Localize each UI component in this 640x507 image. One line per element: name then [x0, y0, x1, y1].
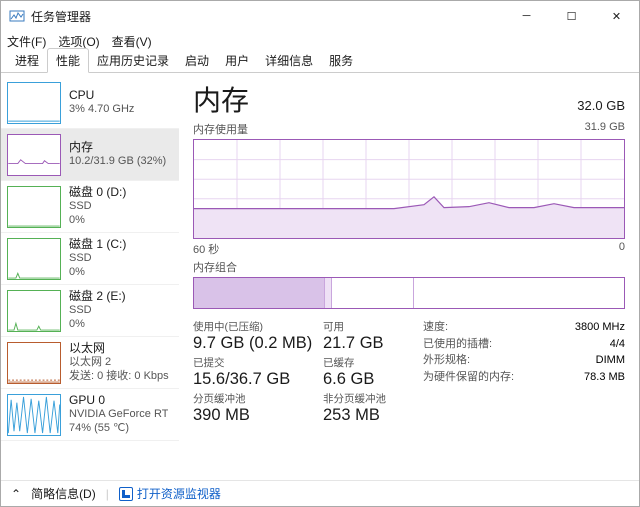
- sidebar-item-stat: SSD: [69, 304, 126, 318]
- cpu-thumb: [7, 82, 61, 124]
- open-resmon-link[interactable]: 打开资源监视器: [119, 485, 221, 502]
- titlebar: 任务管理器 ─ ☐ ✕: [1, 1, 639, 31]
- sidebar-item-stat2: 0%: [69, 266, 126, 280]
- disk-thumb: [7, 290, 61, 332]
- sidebar-item-label: 磁盘 1 (C:): [69, 237, 126, 252]
- comp-in-use: [194, 278, 325, 308]
- tab-performance[interactable]: 性能: [47, 48, 89, 73]
- avail-label: 可用: [323, 319, 423, 334]
- caret-up-icon[interactable]: ⌃: [11, 487, 21, 501]
- tabbar: 进程 性能 应用历史记录 启动 用户 详细信息 服务: [1, 51, 639, 73]
- tab-users[interactable]: 用户: [217, 49, 257, 72]
- sidebar-item-stat: SSD: [69, 252, 126, 266]
- committed-value: 15.6/36.7 GB: [193, 370, 323, 389]
- memory-thumb: [7, 134, 61, 176]
- composition-label: 内存组合: [193, 259, 237, 275]
- speed-value: 3800 MHz: [575, 319, 625, 336]
- xaxis-left: 60 秒: [193, 241, 219, 257]
- content: CPU 3% 4.70 GHz 内存 10.2/31.9 GB (32%) 磁盘…: [1, 73, 639, 480]
- menu-file[interactable]: 文件(F): [7, 33, 46, 50]
- resmon-icon: [119, 487, 133, 501]
- sidebar-item-label: GPU 0: [69, 393, 168, 408]
- form-label: 外形规格:: [423, 352, 470, 369]
- memory-composition-chart[interactable]: [193, 277, 625, 309]
- slots-value: 4/4: [610, 336, 625, 353]
- tab-details[interactable]: 详细信息: [257, 49, 321, 72]
- sidebar-item-stat2: 0%: [69, 214, 126, 228]
- disk-thumb: [7, 238, 61, 280]
- minimize-button[interactable]: ─: [504, 1, 549, 31]
- sidebar-item-stat2: 发送: 0 接收: 0 Kbps: [69, 370, 169, 384]
- gpu-thumb: [7, 394, 61, 436]
- hwres-label: 为硬件保留的内存:: [423, 369, 514, 386]
- cached-label: 已缓存: [323, 355, 423, 370]
- sidebar-item-disk1[interactable]: 磁盘 1 (C:) SSD 0%: [1, 233, 179, 285]
- sidebar-item-stat: 10.2/31.9 GB (32%): [69, 155, 166, 169]
- sidebar-item-stat: 以太网 2: [69, 356, 169, 370]
- sidebar-item-label: CPU: [69, 88, 134, 103]
- sidebar-item-ethernet[interactable]: 以太网 以太网 2 发送: 0 接收: 0 Kbps: [1, 337, 179, 389]
- tab-apphistory[interactable]: 应用历史记录: [89, 49, 177, 72]
- speed-label: 速度:: [423, 319, 448, 336]
- maximize-button[interactable]: ☐: [549, 1, 594, 31]
- detail-capacity: 32.0 GB: [577, 98, 625, 113]
- tab-processes[interactable]: 进程: [7, 49, 47, 72]
- paged-label: 分页缓冲池: [193, 391, 323, 406]
- sidebar-item-label: 以太网: [69, 341, 169, 356]
- nonpaged-label: 非分页缓冲池: [323, 391, 423, 406]
- sidebar-item-stat2: 74% (55 ℃): [69, 422, 168, 436]
- sidebar-item-stat: SSD: [69, 200, 126, 214]
- paged-value: 390 MB: [193, 406, 323, 425]
- detail-pane: 内存 32.0 GB 内存使用量 31.9 GB: [179, 73, 639, 480]
- usage-label: 内存使用量: [193, 121, 248, 137]
- ethernet-thumb: [7, 342, 61, 384]
- hwres-value: 78.3 MB: [584, 369, 625, 386]
- avail-value: 21.7 GB: [323, 334, 423, 353]
- sidebar-item-disk0[interactable]: 磁盘 0 (D:) SSD 0%: [1, 181, 179, 233]
- sidebar-item-disk2[interactable]: 磁盘 2 (E:) SSD 0%: [1, 285, 179, 337]
- sidebar-item-stat2: 0%: [69, 318, 126, 332]
- divider: |: [106, 487, 109, 501]
- form-value: DIMM: [596, 352, 625, 369]
- tab-startup[interactable]: 启动: [177, 49, 217, 72]
- in-use-value: 9.7 GB (0.2 MB): [193, 334, 323, 353]
- stats-grid: 使用中(已压缩) 9.7 GB (0.2 MB) 可用 21.7 GB 速度: 3…: [193, 319, 625, 425]
- slots-label: 已使用的插槽:: [423, 336, 492, 353]
- nonpaged-value: 253 MB: [323, 406, 423, 425]
- menubar: 文件(F) 选项(O) 查看(V): [1, 31, 639, 51]
- statusbar: ⌃ 简略信息(D) | 打开资源监视器: [1, 480, 639, 506]
- sidebar-item-label: 磁盘 0 (D:): [69, 185, 126, 200]
- sidebar-item-cpu[interactable]: CPU 3% 4.70 GHz: [1, 77, 179, 129]
- comp-modified: [325, 278, 332, 308]
- sidebar-item-stat: 3% 4.70 GHz: [69, 103, 134, 117]
- in-use-label: 使用中(已压缩): [193, 319, 323, 334]
- fewer-details-button[interactable]: 简略信息(D): [31, 485, 96, 502]
- detail-title: 内存: [193, 79, 249, 119]
- usage-max: 31.9 GB: [585, 121, 625, 137]
- xaxis-right: 0: [619, 241, 625, 257]
- sidebar-item-gpu0[interactable]: GPU 0 NVIDIA GeForce RT 74% (55 ℃): [1, 389, 179, 441]
- sidebar: CPU 3% 4.70 GHz 内存 10.2/31.9 GB (32%) 磁盘…: [1, 73, 179, 480]
- committed-label: 已提交: [193, 355, 323, 370]
- comp-standby: [332, 278, 414, 308]
- sidebar-item-stat: NVIDIA GeForce RT: [69, 408, 168, 422]
- memory-usage-chart[interactable]: [193, 139, 625, 239]
- tab-services[interactable]: 服务: [321, 49, 361, 72]
- window-title: 任务管理器: [31, 8, 91, 25]
- app-icon: [9, 8, 25, 24]
- menu-view[interactable]: 查看(V): [112, 33, 152, 50]
- window-controls: ─ ☐ ✕: [504, 1, 639, 31]
- cached-value: 6.6 GB: [323, 370, 423, 389]
- comp-free: [414, 278, 624, 308]
- disk-thumb: [7, 186, 61, 228]
- sidebar-item-label: 内存: [69, 140, 166, 155]
- close-button[interactable]: ✕: [594, 1, 639, 31]
- sidebar-item-label: 磁盘 2 (E:): [69, 289, 126, 304]
- sidebar-item-memory[interactable]: 内存 10.2/31.9 GB (32%): [1, 129, 179, 181]
- menu-options[interactable]: 选项(O): [58, 33, 99, 50]
